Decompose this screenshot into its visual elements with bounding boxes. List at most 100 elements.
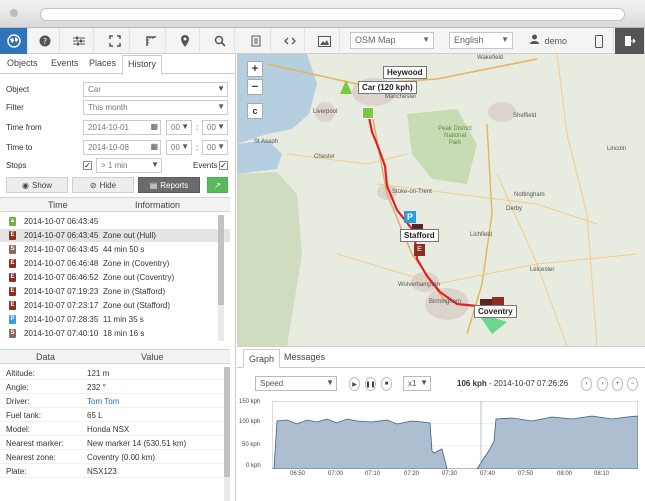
zoom-in-button[interactable]: + xyxy=(247,61,263,77)
table-row[interactable]: S 2014-10-07 06:43:45 44 min 50 s xyxy=(0,243,230,256)
map-place: Liverpool xyxy=(313,109,338,115)
stops-checkbox[interactable]: ✓ xyxy=(83,161,92,170)
time-to-minute-value: 00 xyxy=(207,143,216,152)
y-tick: 100 kph xyxy=(239,419,261,425)
time-from-row: Time from 2014-10-01 ▦ 00 ▼ : 00 ▼ xyxy=(0,119,236,137)
car-arrow-icon[interactable] xyxy=(340,80,352,94)
table-row[interactable]: E 2014-10-07 06:46:52 Zone out (Coventry… xyxy=(0,271,230,284)
data-scrollbar[interactable] xyxy=(224,367,230,501)
event-time: 2014-10-07 06:43:45 xyxy=(24,231,99,240)
data-value: 65 L xyxy=(87,411,103,420)
filter-select[interactable]: This month ▼ xyxy=(83,100,228,115)
left-panel: Objects Events Places History Object Car… xyxy=(0,54,236,501)
time-from-minute[interactable]: 00 ▼ xyxy=(202,120,228,135)
graph-panel: Graph Messages Speed ▼ ▶ ❚❚ ■ x1 ▼ 106 k… xyxy=(237,346,645,501)
table-row[interactable]: E 2014-10-07 06:43:45 Zone out (Hull) xyxy=(0,229,230,242)
document-icon[interactable] xyxy=(241,28,271,54)
show-button[interactable]: ◉ Show xyxy=(6,177,68,193)
x-tick: 06:50 xyxy=(290,471,306,477)
table-row[interactable]: E 2014-10-07 06:46:48 Zone in (Coventry) xyxy=(0,257,230,270)
tab-events[interactable]: Events xyxy=(51,58,79,68)
code-icon[interactable] xyxy=(275,28,305,54)
time-to-minute[interactable]: 00 ▼ xyxy=(202,140,228,155)
help-icon[interactable]: ? xyxy=(30,28,60,54)
object-select[interactable]: Car ▼ xyxy=(83,82,228,97)
events-checkbox[interactable]: ✓ xyxy=(219,161,228,170)
map-type-value: OSM Map xyxy=(355,35,396,45)
table-row[interactable]: P 2014-10-07 07:28:35 11 min 35 s xyxy=(0,313,230,326)
table-row[interactable]: E 2014-10-07 07:19:23 Zone in (Stafford) xyxy=(0,285,230,298)
event-info: Zone in (Stafford) xyxy=(103,287,166,296)
parking-icon[interactable]: P xyxy=(404,211,416,223)
user-menu[interactable]: demo xyxy=(530,34,567,46)
settings-sliders-icon[interactable] xyxy=(64,28,94,54)
tab-history[interactable]: History xyxy=(122,55,163,75)
play-icon[interactable]: ▶ xyxy=(349,377,360,391)
map-pin-icon[interactable] xyxy=(170,28,200,54)
event-info: Zone in (Coventry) xyxy=(103,259,170,268)
series-select[interactable]: Speed ▼ xyxy=(255,376,337,391)
map-label-stafford: Stafford xyxy=(400,229,439,242)
event-marker-icon[interactable]: E xyxy=(414,244,425,256)
table-row[interactable]: E 2014-10-07 07:23:17 Zone out (Stafford… xyxy=(0,299,230,312)
time-from-date[interactable]: 2014-10-01 ▦ xyxy=(83,120,161,135)
time-from-hour[interactable]: 00 ▼ xyxy=(166,120,192,135)
mobile-icon[interactable] xyxy=(584,28,614,54)
tab-messages[interactable]: Messages xyxy=(284,352,325,362)
close-dot-icon[interactable] xyxy=(10,9,18,17)
export-button[interactable]: ↗ xyxy=(207,177,228,193)
scrollbar-thumb[interactable] xyxy=(218,215,224,305)
events-table-body: ▲ 2014-10-07 06:43:45 E 2014-10-07 06:43… xyxy=(0,215,230,341)
image-icon[interactable] xyxy=(310,28,340,54)
logout-icon[interactable] xyxy=(615,28,645,54)
table-row[interactable]: ▲ 2014-10-07 06:43:45 xyxy=(0,215,230,228)
map-view[interactable]: Wakefield Liverpool Manchester Sheffield… xyxy=(237,54,645,346)
table-row[interactable]: S 2014-10-07 07:40:10 18 min 16 s xyxy=(0,327,230,340)
zoom-out-button[interactable]: − xyxy=(247,79,263,95)
search-icon[interactable] xyxy=(205,28,235,54)
pause-icon[interactable]: ❚❚ xyxy=(365,377,376,391)
next-icon[interactable]: › xyxy=(597,377,608,391)
tab-objects[interactable]: Objects xyxy=(7,58,38,68)
center-button[interactable]: c xyxy=(247,103,263,119)
zoom-in-icon[interactable]: + xyxy=(612,377,623,391)
scrollbar-thumb[interactable] xyxy=(224,367,230,477)
table-row: Fuel tank: 65 L xyxy=(0,409,230,422)
events-label: Events xyxy=(193,161,218,170)
hide-button[interactable]: ⊘ Hide xyxy=(72,177,134,193)
data-key: Fuel tank: xyxy=(6,411,42,420)
col-time: Time xyxy=(48,200,68,210)
events-table-header: Time Information xyxy=(0,197,230,212)
address-bar[interactable] xyxy=(40,8,625,21)
col-value: Value xyxy=(141,352,164,362)
ruler-icon[interactable] xyxy=(136,28,166,54)
time-to-hour[interactable]: 00 ▼ xyxy=(166,140,192,155)
map-label-car[interactable]: Car (120 kph) xyxy=(358,81,417,94)
fullscreen-icon[interactable] xyxy=(100,28,130,54)
map-type-select[interactable]: OSM Map ▼ xyxy=(350,32,434,49)
tab-places[interactable]: Places xyxy=(89,58,116,68)
start-flag-icon[interactable] xyxy=(362,107,374,119)
x-tick: 08:00 xyxy=(557,471,573,477)
events-scrollbar[interactable] xyxy=(218,215,224,341)
globe-logo-icon[interactable] xyxy=(0,28,28,54)
tab-graph[interactable]: Graph xyxy=(243,349,281,368)
language-select[interactable]: English ▼ xyxy=(449,32,513,49)
zoom-out-icon[interactable]: − xyxy=(627,377,638,391)
data-value: New marker 14 (530.51 km) xyxy=(87,439,187,448)
time-to-date[interactable]: 2014-10-08 ▦ xyxy=(83,140,161,155)
time-to-label: Time to xyxy=(6,143,33,152)
stops-select[interactable]: > 1 min ▼ xyxy=(96,158,162,173)
stop-icon[interactable]: ■ xyxy=(381,377,392,391)
data-value: 232 ° xyxy=(87,383,106,392)
speed-chart[interactable] xyxy=(272,401,638,469)
prev-icon[interactable]: ‹ xyxy=(581,377,592,391)
speed-select[interactable]: x1 ▼ xyxy=(403,376,431,391)
chevron-down-icon: ▼ xyxy=(420,378,428,387)
event-marker-icon: E xyxy=(9,259,16,268)
driver-link[interactable]: Tom Tom xyxy=(87,397,119,406)
col-information: Information xyxy=(135,200,181,210)
map-place: Lichfield xyxy=(470,232,493,238)
reports-button[interactable]: ▤ Reports xyxy=(138,177,200,193)
map-place: Sheffield xyxy=(513,113,537,119)
